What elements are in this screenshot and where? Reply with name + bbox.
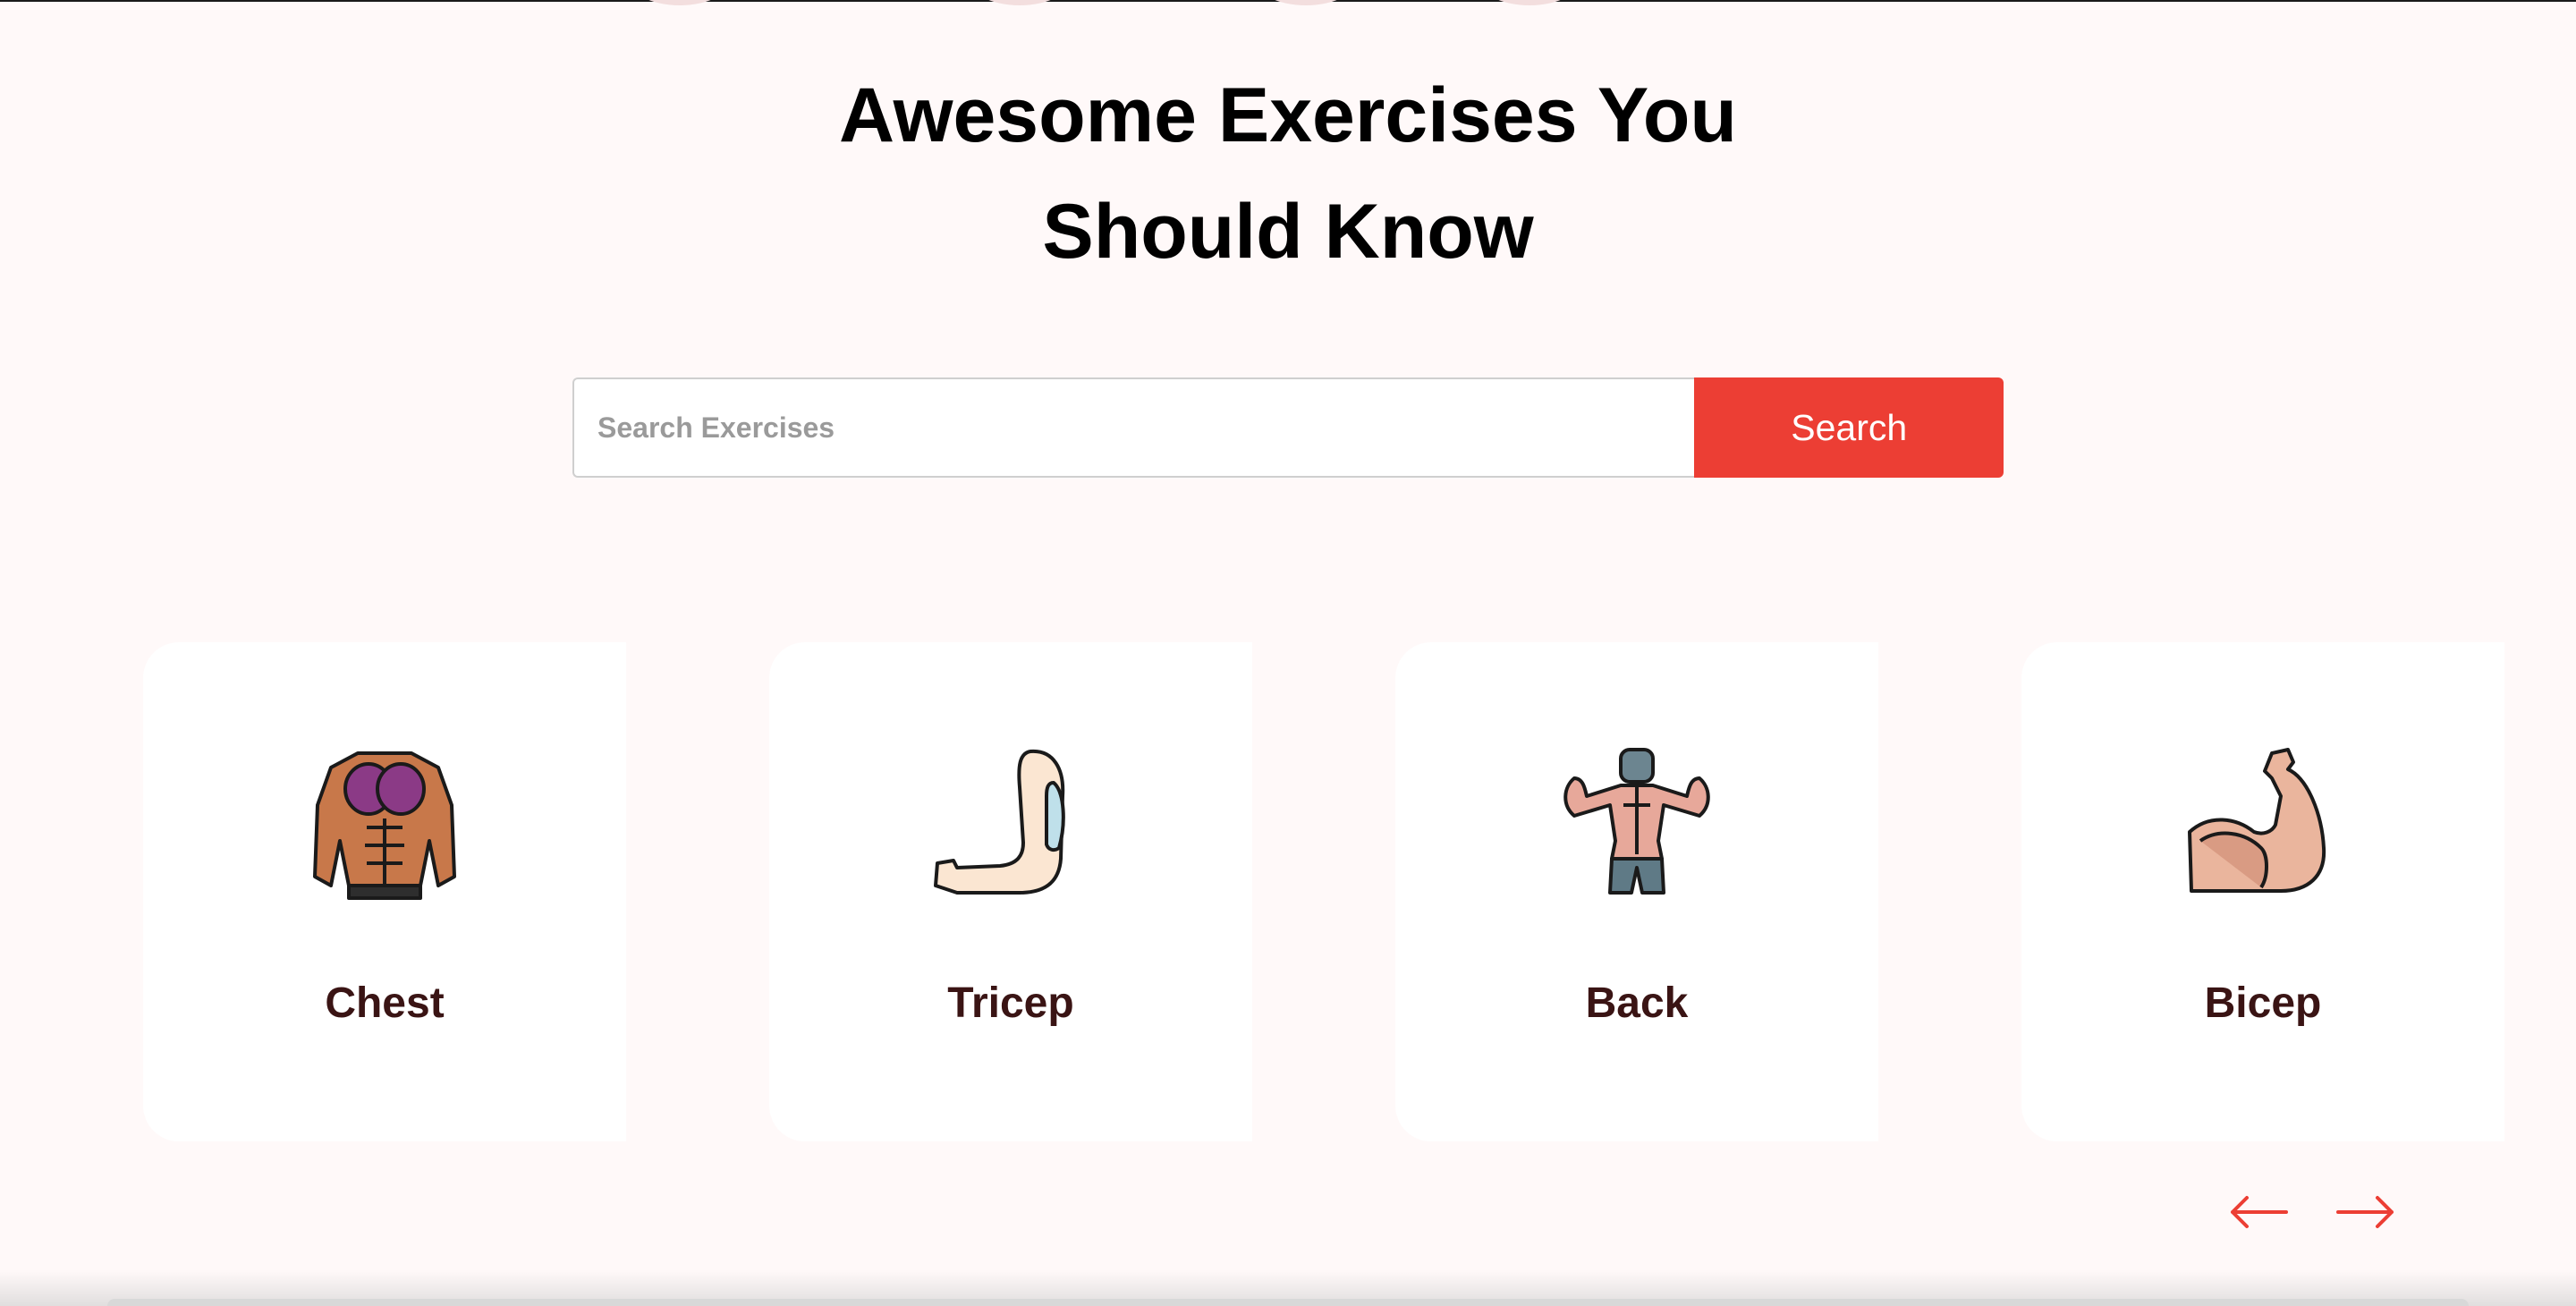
body-part-label: Back	[1585, 980, 1689, 1027]
body-part-label: Bicep	[2204, 980, 2322, 1027]
search-button[interactable]: Search	[1694, 377, 2004, 478]
next-section-edge	[107, 1299, 2469, 1306]
top-decoration	[0, 0, 2576, 11]
body-part-label: Chest	[325, 980, 445, 1027]
body-part-carousel: Chest Tricep Back Bicep	[143, 642, 2504, 1143]
title-line-1: Awesome Exercises You	[839, 72, 1737, 158]
body-part-label: Tricep	[947, 980, 1074, 1027]
body-part-card-tricep[interactable]: Tricep	[769, 642, 1252, 1141]
arrow-right-icon[interactable]	[2334, 1190, 2397, 1234]
back-muscles-icon	[1556, 742, 1717, 903]
body-part-card-bicep[interactable]: Bicep	[2021, 642, 2504, 1141]
body-part-card-back[interactable]: Back	[1395, 642, 1878, 1141]
carousel-controls	[2227, 1190, 2406, 1234]
body-part-card-chest[interactable]: Chest	[143, 642, 626, 1141]
tricep-arm-icon	[930, 742, 1091, 903]
search-input[interactable]	[572, 377, 1695, 478]
page-title: Awesome Exercises You Should Know	[0, 57, 2576, 290]
title-line-2: Should Know	[1042, 189, 1534, 275]
bicep-flex-icon	[2182, 742, 2343, 903]
chest-muscles-icon	[304, 742, 465, 903]
search-bar: Search	[572, 377, 2004, 478]
arrow-left-icon[interactable]	[2227, 1190, 2290, 1234]
